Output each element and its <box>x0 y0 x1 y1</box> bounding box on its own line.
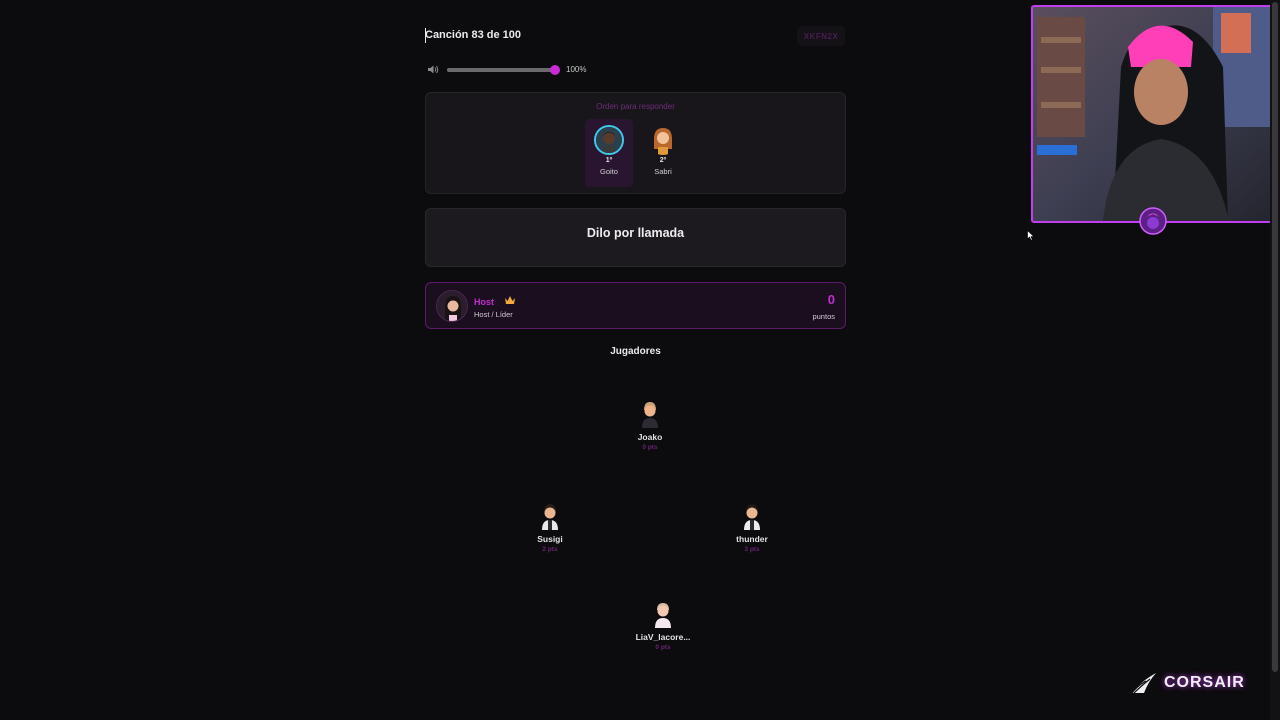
player-name: Joako <box>637 432 663 442</box>
host-points-label: puntos <box>812 312 835 321</box>
player-score: 3 pts <box>744 546 760 553</box>
player-name: thunder <box>736 534 768 544</box>
order-name: Sabri <box>654 167 672 176</box>
crown-icon <box>505 296 515 304</box>
sponsor-logo: CORSAIR <box>1130 672 1245 694</box>
host-role: Host / Líder <box>474 310 513 319</box>
player-name: LiaV_lacore... <box>635 632 691 642</box>
avatar <box>594 125 624 155</box>
player-joako: Joako 0 pts <box>610 400 690 451</box>
avatar <box>744 504 760 530</box>
call-prompt-text: Dilo por llamada <box>586 225 685 240</box>
mouse-cursor-icon <box>1027 230 1035 241</box>
host-avatar <box>436 290 468 322</box>
host-points: 0 <box>827 292 835 307</box>
scrollbar-thumb[interactable] <box>1272 2 1278 672</box>
order-name: Goito <box>600 167 618 176</box>
player-name: Susigi <box>537 534 563 544</box>
order-rank: 1º <box>605 157 613 164</box>
answer-order-title: Orden para responder <box>596 102 675 111</box>
webcam-overlay <box>1031 5 1273 223</box>
order-entry-1: 1º Goito <box>585 119 633 187</box>
corsair-sails-icon <box>1131 673 1156 694</box>
order-entry-2: 2º Sabri <box>639 119 687 187</box>
page-scrollbar[interactable] <box>1270 0 1280 720</box>
volume-thumb[interactable] <box>550 65 560 75</box>
player-score: 0 pts <box>642 444 658 451</box>
volume-slider[interactable] <box>447 65 560 75</box>
avatar <box>642 402 658 428</box>
player-susigi: Susigi 2 pts <box>510 502 590 553</box>
streamer-logo-icon <box>1139 207 1167 235</box>
player-score: 0 pts <box>655 644 671 651</box>
order-rank: 2º <box>659 157 667 164</box>
sponsor-text: CORSAIR <box>1164 674 1245 691</box>
avatar <box>655 603 671 628</box>
song-progress: Canción 83 de 100 <box>425 29 521 41</box>
room-code-button[interactable]: XKFN2X <box>797 26 845 46</box>
players-title: Jugadores <box>610 346 661 357</box>
host-name: Host <box>474 297 494 307</box>
call-prompt-panel: Dilo por llamada <box>425 208 846 267</box>
host-card: Host Host / Líder 0 puntos <box>425 282 846 329</box>
player-liav: LiaV_lacore... 0 pts <box>623 600 703 651</box>
player-thunder: thunder 3 pts <box>712 502 792 553</box>
answer-order-panel: Orden para responder 1º Goito 2º Sabri <box>425 92 846 194</box>
volume-icon[interactable] <box>427 64 439 75</box>
avatar <box>648 125 678 155</box>
player-score: 2 pts <box>542 546 558 553</box>
volume-value: 100% <box>566 65 587 74</box>
avatar <box>542 504 558 530</box>
volume-fill <box>447 68 555 72</box>
